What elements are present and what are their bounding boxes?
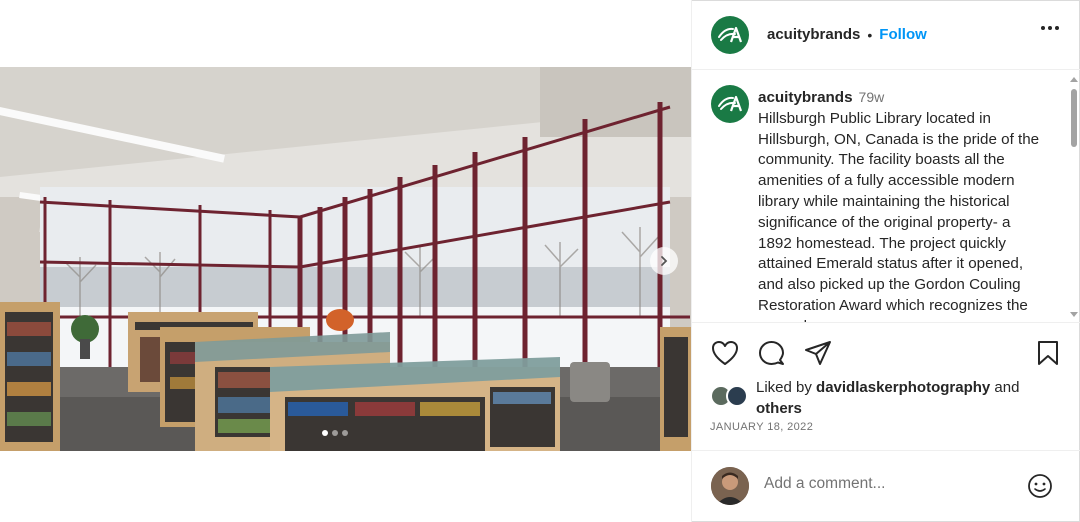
author-username[interactable]: acuitybrands	[767, 26, 860, 43]
comment-composer	[692, 450, 1080, 522]
post-media	[0, 0, 691, 522]
post-side-panel: acuitybrands • Follow acuitybrands 79w Hi…	[691, 0, 1080, 522]
post-time-ago[interactable]: 79w	[859, 89, 885, 105]
header-separator: •	[867, 26, 873, 43]
current-user-avatar	[711, 467, 749, 505]
caption-text: Hillsburgh Public Library located in Hil…	[758, 109, 1040, 322]
likes-others-link[interactable]: others	[756, 400, 802, 417]
heart-icon[interactable]	[711, 340, 739, 366]
library-photo[interactable]	[0, 67, 691, 451]
scroll-up-arrow[interactable]	[1070, 77, 1078, 82]
share-icon[interactable]	[804, 340, 832, 366]
author-avatar[interactable]	[711, 15, 749, 54]
post-date[interactable]: JANUARY 18, 2022	[710, 421, 813, 433]
liker-avatar[interactable]	[726, 385, 748, 407]
scroll-thumb[interactable]	[1071, 89, 1077, 147]
carousel-indicator	[322, 430, 348, 436]
acuity-logo-icon	[718, 26, 743, 42]
liker-username[interactable]: davidlaskerphotography	[816, 379, 990, 396]
caption-scrollbar[interactable]	[1069, 75, 1079, 319]
action-bar	[692, 334, 1080, 372]
comment-input[interactable]	[764, 475, 1014, 493]
scroll-down-arrow[interactable]	[1070, 312, 1078, 317]
caption-username[interactable]: acuitybrands	[758, 89, 853, 106]
emoji-icon[interactable]	[1027, 473, 1053, 499]
carousel-dot-2	[332, 430, 338, 436]
post-header: acuitybrands • Follow	[692, 0, 1080, 70]
next-slide-button[interactable]	[650, 247, 678, 275]
liker-avatars[interactable]	[710, 385, 752, 407]
likes-text: Liked by davidlaskerphotography and othe…	[756, 377, 1060, 419]
acuity-logo-icon	[718, 95, 743, 112]
caption-text-block: acuitybrands 79w Hillsburgh Public Librar…	[758, 87, 1048, 322]
carousel-dot-3	[342, 430, 348, 436]
likes-summary: Liked by davidlaskerphotography and othe…	[710, 377, 1060, 419]
caption-section: acuitybrands 79w Hillsburgh Public Librar…	[692, 71, 1080, 323]
bookmark-icon[interactable]	[1037, 340, 1059, 366]
caption-author-avatar[interactable]	[711, 85, 749, 123]
more-options-icon[interactable]	[1041, 26, 1059, 30]
carousel-dot-1	[322, 430, 328, 436]
likes-conjunction: and	[990, 379, 1020, 396]
follow-button[interactable]: Follow	[879, 26, 927, 43]
comment-icon[interactable]	[758, 340, 785, 367]
likes-prefix: Liked by	[756, 379, 817, 396]
chevron-right-icon	[661, 256, 668, 266]
